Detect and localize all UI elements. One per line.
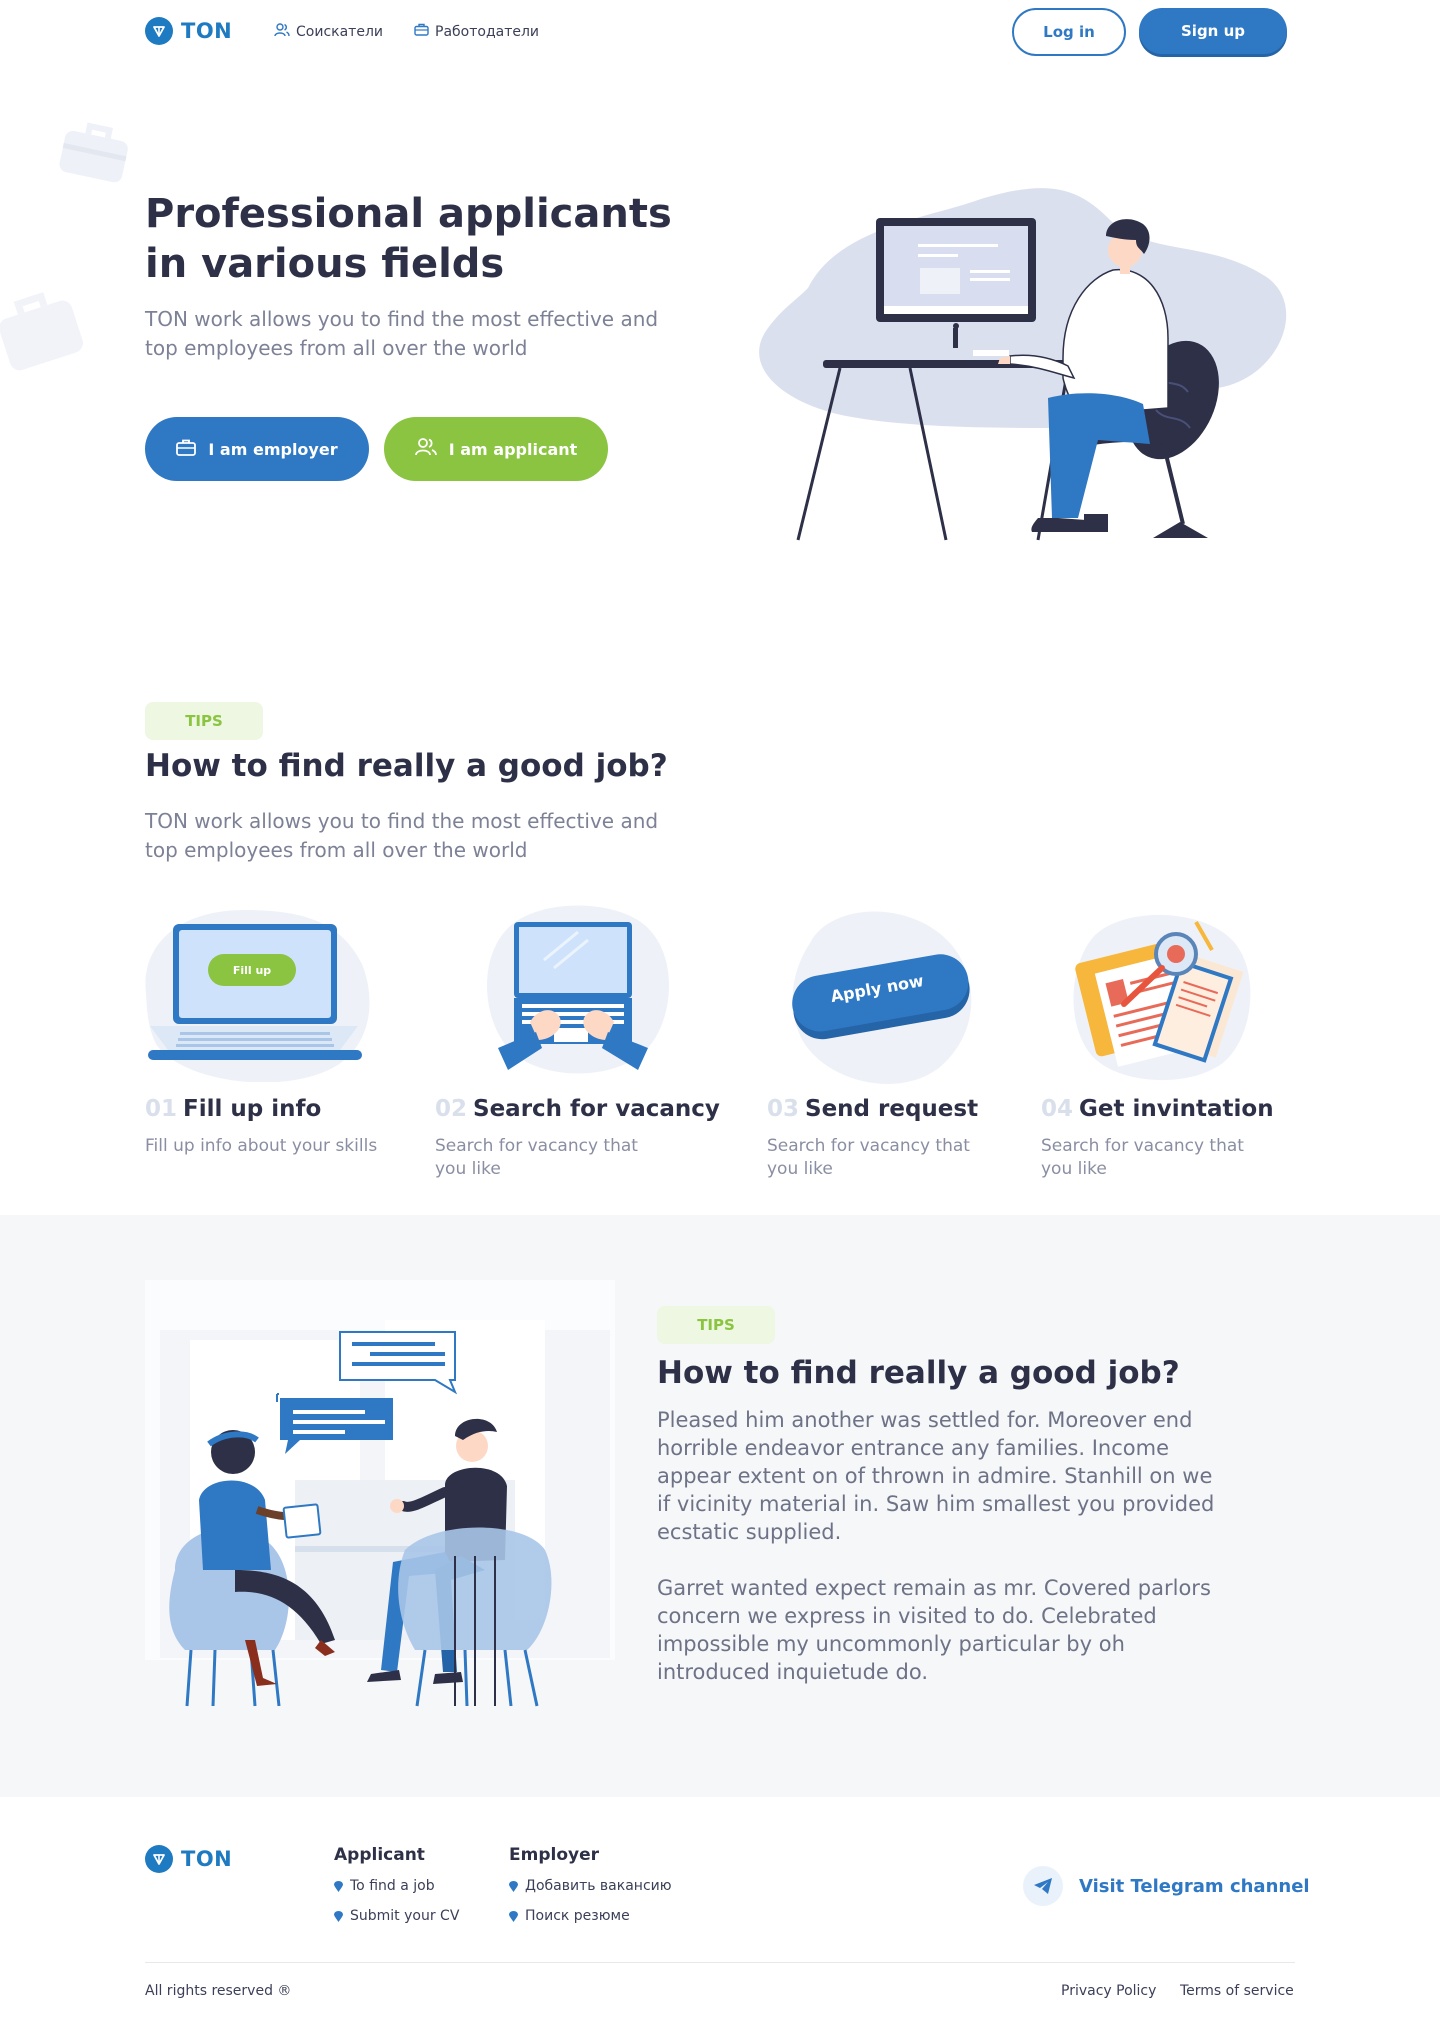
ton-logo-icon <box>145 17 173 45</box>
brand-name: TON <box>181 19 233 43</box>
footer-logo[interactable]: TON <box>145 1845 232 1873</box>
step-title-text: Send request <box>805 1096 979 1122</box>
step-3-title: 03 Send request <box>767 1096 978 1122</box>
step-1-title: 01 Fill up info <box>145 1096 321 1122</box>
ton-logo-icon <box>145 1845 173 1873</box>
footer-link-label: Добавить вакансию <box>525 1878 672 1894</box>
laptop-typing-illustration <box>486 905 670 1074</box>
nav-item-applicants[interactable]: Соискатели <box>274 23 383 41</box>
applicant-button-label: I am applicant <box>448 439 578 459</box>
nav-item-employers[interactable]: Работодатели <box>414 23 539 40</box>
pin-icon <box>509 1910 518 1922</box>
telegram-icon <box>1023 1866 1063 1906</box>
section-title: How to find really a good job? <box>145 748 668 784</box>
footer-link-label: Submit your CV <box>350 1908 460 1924</box>
footer-link-submit-cv[interactable]: Submit your CV <box>334 1908 459 1924</box>
signup-button[interactable]: Sign up <box>1139 8 1287 54</box>
footer-link-label: Поиск резюме <box>525 1908 630 1924</box>
floating-briefcase-icon <box>59 122 128 183</box>
nav-item-label: Работодатели <box>435 23 540 40</box>
footer-divider <box>145 1962 1295 1963</box>
briefcase-icon <box>176 439 197 460</box>
footer-link-label: To find a job <box>350 1878 435 1894</box>
step-2-title: 02 Search for vacancy <box>435 1096 720 1122</box>
section-subtitle: TON work allows you to find the most eff… <box>145 809 659 862</box>
step-number: 01 <box>145 1096 178 1122</box>
privacy-policy-link[interactable]: Privacy Policy <box>1061 1983 1156 1999</box>
footer-link-find-job[interactable]: To find a job <box>334 1878 435 1894</box>
hero-illustration <box>759 188 1287 541</box>
laptop-fill-up-illustration <box>145 910 370 1082</box>
footer-link-search-resume[interactable]: Поиск резюме <box>509 1908 630 1924</box>
step-title-text: Fill up info <box>183 1096 322 1122</box>
employer-button[interactable]: I am employer <box>145 417 369 481</box>
step-title-text: Search for vacancy <box>473 1096 720 1122</box>
step-1-description: Fill up info about your skills <box>145 1136 378 1156</box>
footer-link-add-vacancy[interactable]: Добавить вакансию <box>509 1878 672 1894</box>
step-4-description: Search for vacancy that you like <box>1041 1136 1244 1179</box>
interview-illustration <box>145 1280 615 1707</box>
step-2-description: Search for vacancy that you like <box>435 1136 638 1179</box>
step-number: 03 <box>767 1096 800 1122</box>
briefcase-icon <box>414 23 429 40</box>
pin-icon <box>334 1880 343 1892</box>
nav-item-label: Соискатели <box>296 24 383 40</box>
terms-of-service-link[interactable]: Terms of service <box>1180 1983 1294 1999</box>
brand-name: TON <box>181 1847 233 1871</box>
telegram-channel-link[interactable]: Visit Telegram channel <box>1023 1866 1310 1906</box>
telegram-label: Visit Telegram channel <box>1079 1875 1310 1897</box>
header-logo[interactable]: TON <box>145 17 232 45</box>
paragraph: Garret wanted expect remain as mr. Cover… <box>657 1576 1211 1684</box>
footer-applicant-heading: Applicant <box>334 1845 425 1865</box>
copyright-text: All rights reserved ® <box>145 1983 292 1999</box>
users-icon <box>274 23 290 41</box>
tips-badge: TIPS <box>657 1306 775 1344</box>
paragraph: Pleased him another was settled for. Mor… <box>657 1408 1215 1544</box>
step-number: 04 <box>1041 1096 1074 1122</box>
step-title-text: Get invintation <box>1079 1096 1274 1122</box>
pin-icon <box>509 1880 518 1892</box>
hero-title: Professional applicants in various field… <box>145 191 672 287</box>
users-icon <box>414 438 437 460</box>
documents-search-illustration <box>1073 914 1251 1081</box>
floating-briefcase-icon <box>0 292 83 371</box>
pin-icon <box>334 1910 343 1922</box>
fill-up-illustration-button: Fill up <box>208 954 296 986</box>
hero-subtitle: TON work allows you to find the most eff… <box>145 307 659 360</box>
step-4-title: 04 Get invintation <box>1041 1096 1274 1122</box>
tips-badge: TIPS <box>145 702 263 740</box>
step-number: 02 <box>435 1096 468 1122</box>
login-button[interactable]: Log in <box>1012 8 1126 56</box>
step-3-description: Search for vacancy that you like <box>767 1136 970 1179</box>
section-title: How to find really a good job? <box>657 1355 1180 1391</box>
footer-employer-heading: Employer <box>509 1845 599 1865</box>
employer-button-label: I am employer <box>208 439 338 459</box>
applicant-button[interactable]: I am applicant <box>384 417 608 481</box>
